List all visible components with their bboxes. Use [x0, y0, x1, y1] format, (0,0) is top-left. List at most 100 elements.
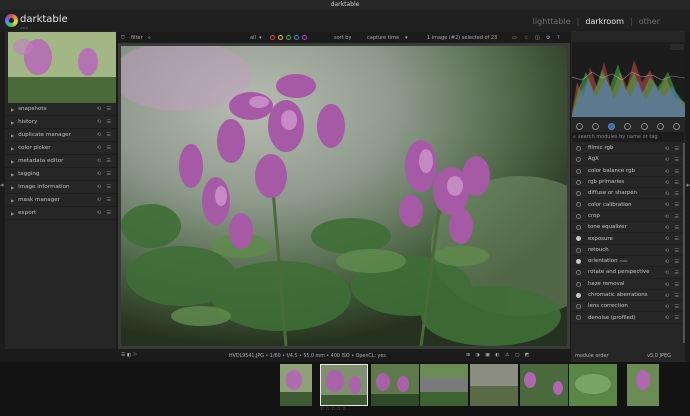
base-tab-icon[interactable]: [624, 122, 632, 130]
module-chromatic-aberrations[interactable]: chromatic aberrations ⟲ ☰: [571, 290, 685, 302]
navigation-preview[interactable]: [8, 32, 116, 103]
power-toggle-icon[interactable]: [576, 157, 581, 163]
power-toggle-icon[interactable]: [576, 179, 581, 185]
module-controls-icon[interactable]: ⟲ ☰: [97, 184, 113, 190]
filmstrip-thumbnail-selected[interactable]: [320, 364, 368, 406]
power-toggle-icon[interactable]: [576, 191, 581, 197]
power-toggle-icon[interactable]: [576, 247, 581, 253]
left-module-color-picker[interactable]: ▶ color picker ⟲ ☰: [5, 142, 116, 155]
module-controls-icon[interactable]: ⟲ ☰: [97, 197, 113, 203]
module-controls-icon[interactable]: ⟲ ☰: [97, 106, 113, 112]
color-label-dot-icon[interactable]: [302, 35, 307, 40]
left-module-mask-manager[interactable]: ▶ mask manager ⟲ ☰: [5, 194, 116, 207]
overlay-icon[interactable]: ◫: [535, 35, 540, 41]
active-modules-tab-icon[interactable]: [608, 122, 616, 130]
left-module-image-information[interactable]: ▶ image information ⟲ ☰: [5, 181, 116, 194]
module-controls-icon[interactable]: ⟲ ☰: [665, 146, 681, 152]
filmstrip-thumbnail[interactable]: [420, 364, 468, 406]
filmstrip-thumbnail[interactable]: [470, 364, 518, 406]
module-controls-icon[interactable]: ⟲ ☰: [97, 145, 113, 151]
module-controls-icon[interactable]: ⟲ ☰: [665, 270, 681, 276]
module-controls-icon[interactable]: ⟲ ☰: [665, 248, 681, 254]
module-scrollbar[interactable]: [683, 143, 685, 343]
view-tools-icon[interactable]: ⊞ ◑ ▣ ◐ ⚠ ▢ ◩: [466, 353, 531, 358]
module-search-input[interactable]: search modules by name or tag: [572, 132, 684, 142]
module-tone-equalizer[interactable]: tone equalizer ⟲ ☰: [571, 222, 685, 234]
left-module-metadata-editor[interactable]: ▶ metadata editor ⟲ ☰: [5, 155, 116, 168]
view-darkroom[interactable]: darkroom: [585, 17, 624, 26]
image-canvas[interactable]: [118, 43, 570, 349]
power-toggle-icon[interactable]: [576, 304, 581, 310]
module-rotate-and-perspective[interactable]: rotate and perspective ⟲ ☰: [571, 267, 685, 279]
module-filmic-rgb[interactable]: filmic rgb ⟲ ☰: [571, 143, 685, 155]
color-tab-icon[interactable]: [657, 122, 665, 130]
module-controls-icon[interactable]: ⟲ ☰: [97, 119, 113, 125]
module-controls-icon[interactable]: ⟲ ☰: [665, 282, 681, 288]
search-icon[interactable]: ⌕: [148, 35, 151, 41]
star-icon[interactable]: ☆: [524, 35, 528, 41]
grouping-icon[interactable]: ▭: [512, 35, 517, 41]
module-controls-icon[interactable]: ⟲ ☰: [97, 210, 113, 216]
module-lens-correction[interactable]: lens correction ⟲ ☰: [571, 301, 685, 313]
main-photo[interactable]: [121, 46, 567, 346]
module-haze-removal[interactable]: haze removal ⟲ ☰: [571, 279, 685, 290]
left-module-tagging[interactable]: ▶ tagging ⟲ ☰: [5, 168, 116, 181]
module-controls-icon[interactable]: ⟲ ☰: [665, 304, 681, 310]
left-module-duplicate-manager[interactable]: ▶ duplicate manager ⟲ ☰: [5, 129, 116, 142]
sort-dropdown[interactable]: capture time: [367, 35, 399, 41]
module-controls-icon[interactable]: ⟲ ☰: [665, 259, 681, 265]
quick-access-icon[interactable]: ☰ ◧ ⚐: [121, 353, 137, 358]
filmstrip-thumbnail[interactable]: [569, 364, 617, 406]
power-toggle-icon[interactable]: [576, 146, 581, 151]
power-toggle-icon[interactable]: [576, 225, 581, 231]
power-toggle-icon[interactable]: [576, 315, 581, 321]
module-rgb-primaries[interactable]: rgb primaries ⟲ ☰: [571, 177, 685, 189]
power-toggle-icon[interactable]: [576, 168, 581, 174]
power-toggle-icon[interactable]: [576, 236, 581, 242]
view-other[interactable]: other: [639, 17, 660, 26]
power-toggle-icon[interactable]: [576, 270, 581, 276]
power-toggle-icon[interactable]: [576, 258, 581, 264]
module-controls-icon[interactable]: ⟲ ☰: [665, 293, 681, 299]
module-diffuse-or-sharpen[interactable]: diffuse or sharpen ⟲ ☰: [571, 188, 685, 200]
color-label-dot-icon[interactable]: [286, 35, 291, 40]
module-agx[interactable]: AgX ⟲ ☰: [571, 154, 685, 166]
collapse-left-panel-icon[interactable]: ◂: [0, 181, 4, 189]
module-color-calibration[interactable]: color calibration ⟲ ☰: [571, 199, 685, 211]
help-icon[interactable]: ?: [557, 35, 560, 41]
module-crop[interactable]: crop ⟲ ☰: [571, 211, 685, 223]
module-exposure[interactable]: exposure ⟲ ☰: [571, 233, 685, 245]
module-controls-icon[interactable]: ⟲ ☰: [665, 214, 681, 220]
histogram[interactable]: [572, 42, 685, 117]
module-retouch[interactable]: retouch ⟲ ☰: [571, 245, 685, 256]
power-toggle-icon[interactable]: [576, 202, 581, 208]
module-controls-icon[interactable]: ⟲ ☰: [665, 180, 681, 186]
left-module-snapshots[interactable]: ▶ snapshots ⟲ ☰: [5, 103, 116, 116]
correct-tab-icon[interactable]: [673, 122, 681, 130]
module-controls-icon[interactable]: ⟲ ☰: [97, 158, 113, 164]
power-toggle-icon[interactable]: [576, 281, 581, 287]
filmstrip-thumbnail[interactable]: [280, 364, 312, 406]
star-rating[interactable]: ☆☆☆☆☆: [320, 406, 347, 412]
module-controls-icon[interactable]: ⟲ ☰: [665, 236, 681, 242]
module-color-balance-rgb[interactable]: color balance rgb ⟲ ☰: [571, 166, 685, 177]
preferences-icon[interactable]: ⚙: [546, 35, 550, 41]
module-controls-icon[interactable]: ⟲ ☰: [97, 132, 113, 138]
tone-tab-icon[interactable]: [640, 122, 648, 130]
power-toggle-icon[interactable]: [576, 213, 581, 219]
module-controls-icon[interactable]: ⟲ ☰: [665, 315, 681, 321]
color-label-dot-icon[interactable]: [294, 35, 299, 40]
view-lighttable[interactable]: lighttable: [533, 17, 571, 26]
filmstrip-thumbnail[interactable]: [520, 364, 568, 406]
color-label-dot-icon[interactable]: [278, 35, 283, 40]
module-controls-icon[interactable]: ⟲ ☰: [97, 171, 113, 177]
module-controls-icon[interactable]: ⟲ ☰: [665, 191, 681, 197]
module-controls-icon[interactable]: ⟲ ☰: [665, 157, 681, 163]
all-dropdown[interactable]: all: [250, 35, 256, 41]
color-label-dot-icon[interactable]: [270, 35, 275, 40]
module-controls-icon[interactable]: ⟲ ☰: [665, 225, 681, 231]
filter-icon[interactable]: ⛉: [121, 35, 125, 41]
module-order-value[interactable]: v5.0 JPEG: [647, 353, 671, 359]
quick-panel-tab-icon[interactable]: [575, 122, 583, 130]
left-module-export[interactable]: ▶ export ⟲ ☰: [5, 207, 116, 220]
